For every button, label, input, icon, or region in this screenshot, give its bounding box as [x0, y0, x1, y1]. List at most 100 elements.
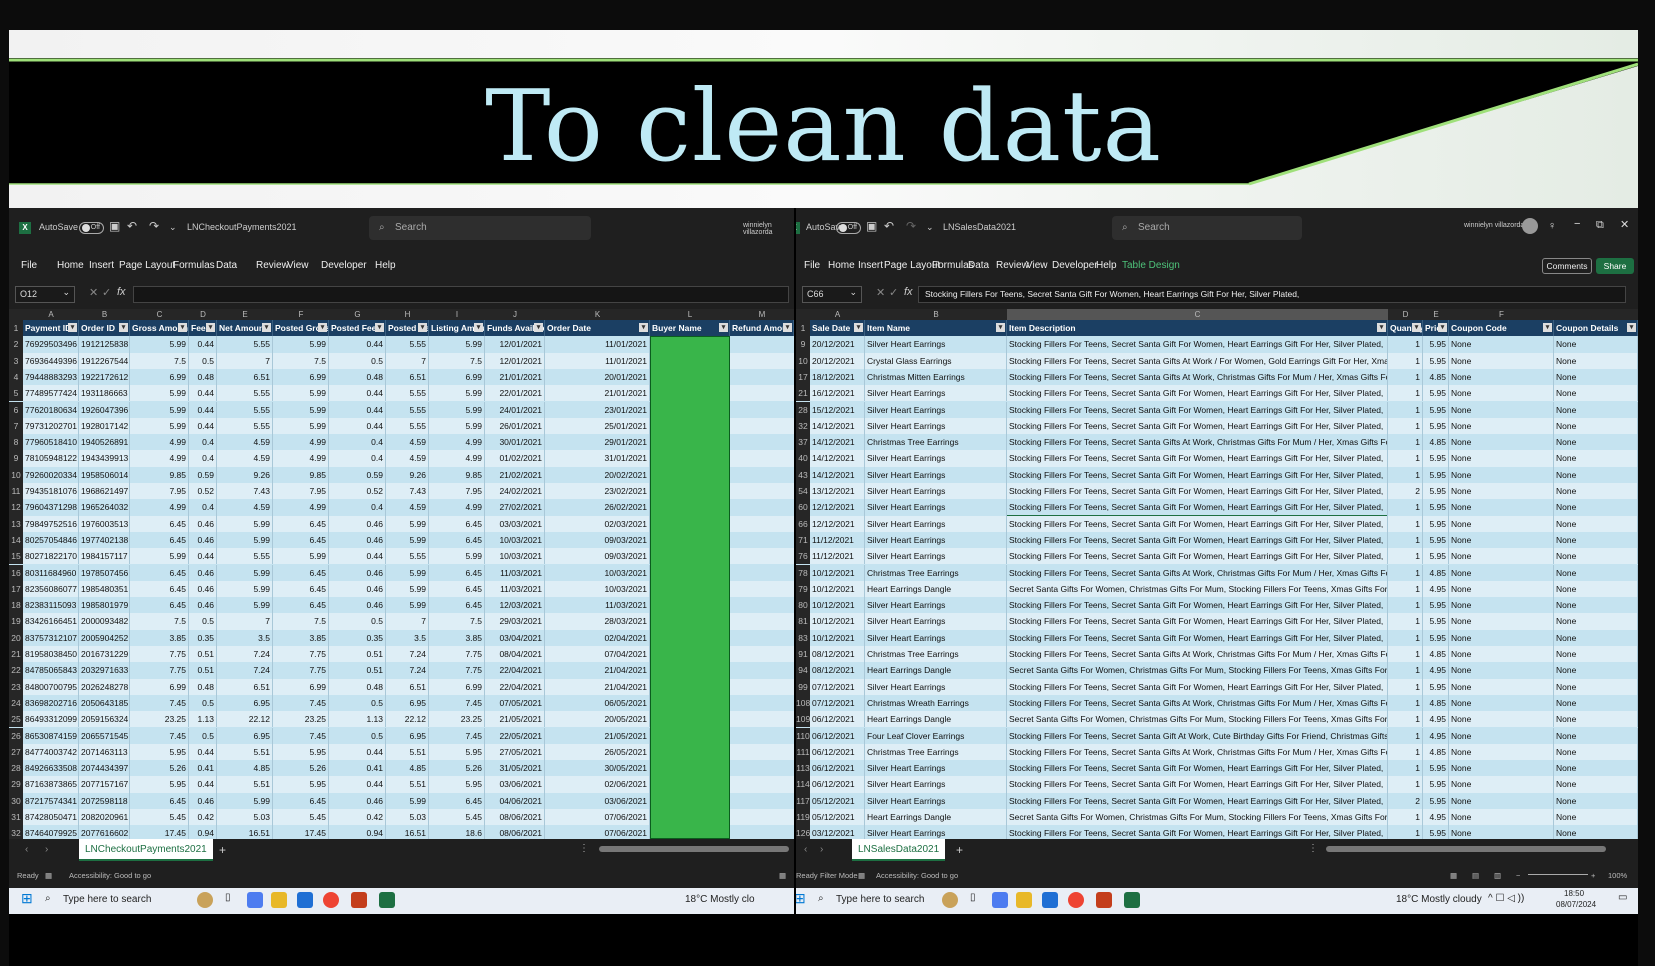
row-number[interactable]: 78: [796, 564, 810, 581]
column-letter-m[interactable]: M: [730, 309, 794, 320]
table-row[interactable]: 126 03/12/2021 Silver Heart Earrings Stocki…: [796, 825, 1638, 839]
page-break-icon[interactable]: ▥: [1494, 871, 1501, 880]
table-cell[interactable]: 6.45: [429, 580, 485, 598]
table-cell[interactable]: 7.43: [217, 483, 273, 500]
table-cell[interactable]: Silver Heart Earrings: [865, 483, 1007, 500]
row-number[interactable]: 9: [9, 450, 23, 467]
table-cell[interactable]: 78105948122: [23, 450, 79, 467]
clock-time[interactable]: 18:50: [1564, 889, 1584, 898]
column-letter-f[interactable]: F: [1449, 309, 1554, 320]
table-cell[interactable]: Stocking Fillers For Teens, Secret Santa…: [1007, 352, 1388, 369]
table-cell[interactable]: None: [1449, 613, 1554, 630]
row-number[interactable]: 126: [796, 825, 810, 839]
table-cell[interactable]: 7: [217, 613, 273, 630]
table-cell[interactable]: 6.45: [130, 515, 189, 532]
table-cell[interactable]: 4.85: [1423, 434, 1449, 451]
table-cell[interactable]: 03/04/2021: [485, 629, 545, 646]
table-cell[interactable]: None: [1449, 743, 1554, 761]
table-cell[interactable]: 4.85: [1423, 368, 1449, 386]
table-cell[interactable]: Stocking Fillers For Teens, Secret Santa…: [1007, 564, 1388, 581]
table-cell[interactable]: 5.99: [429, 417, 485, 435]
table-cell[interactable]: Silver Heart Earrings: [865, 417, 1007, 435]
column-letter-l[interactable]: L: [650, 309, 730, 320]
windows-start-icon[interactable]: ⊞: [21, 890, 33, 907]
table-cell[interactable]: 5.95: [1423, 792, 1449, 809]
table-row[interactable]: 111 06/12/2021 Christmas Tree Earrings Stoc…: [796, 743, 1638, 761]
menu-item-data[interactable]: Data: [216, 260, 237, 271]
row-number[interactable]: 23: [9, 678, 23, 695]
table-row[interactable]: 114 06/12/2021 Silver Heart Earrings Stocki…: [796, 776, 1638, 793]
table-cell[interactable]: None: [1554, 401, 1638, 418]
table-cell[interactable]: 5.99: [217, 564, 273, 581]
autosave-toggle[interactable]: Off: [836, 222, 861, 234]
table-cell[interactable]: 05/12/2021: [810, 809, 865, 826]
table-cell[interactable]: 7.75: [130, 662, 189, 679]
table-cell[interactable]: 20/12/2021: [810, 352, 865, 369]
table-cell[interactable]: 1943439913: [79, 450, 130, 467]
row-number[interactable]: 15: [9, 548, 23, 565]
table-cell[interactable]: 83426166451: [23, 613, 79, 630]
table-cell[interactable]: None: [1554, 483, 1638, 500]
column-header[interactable]: Posted Fees ▾: [329, 320, 386, 337]
table-cell[interactable]: None: [1554, 662, 1638, 679]
table-cell[interactable]: 87163873865: [23, 776, 79, 793]
table-cell[interactable]: 5.99: [386, 515, 429, 532]
table-cell[interactable]: Stocking Fillers For Teens, Secret Santa…: [1007, 450, 1388, 467]
table-cell[interactable]: 02/06/2021: [545, 776, 650, 793]
row-number[interactable]: 79: [796, 580, 810, 598]
table-cell[interactable]: None: [1554, 531, 1638, 549]
row-number[interactable]: 108: [796, 694, 810, 712]
column-letter-a[interactable]: A: [23, 309, 79, 320]
table-cell[interactable]: 5.99: [386, 580, 429, 598]
table-row[interactable]: 54 13/12/2021 Silver Heart Earrings Stockin…: [796, 483, 1638, 500]
menu-item-file[interactable]: File: [21, 260, 37, 271]
table-cell[interactable]: 7.24: [217, 646, 273, 663]
column-header[interactable]: Funds Available▾: [485, 320, 545, 337]
column-header[interactable]: Buyer Name ▾: [650, 320, 730, 337]
table-cell[interactable]: 30/01/2021: [485, 434, 545, 451]
table-cell[interactable]: None: [1554, 515, 1638, 532]
table-cell[interactable]: 79731202701: [23, 417, 79, 435]
table-cell[interactable]: None: [1449, 580, 1554, 598]
table-cell[interactable]: 22.12: [217, 711, 273, 728]
table-cell[interactable]: 80257054846: [23, 531, 79, 549]
table-cell[interactable]: 21/01/2021: [485, 368, 545, 386]
notifications-icon[interactable]: ▭: [1618, 892, 1627, 903]
row-number[interactable]: 117: [796, 792, 810, 809]
table-cell[interactable]: 84800700795: [23, 678, 79, 695]
row-number[interactable]: 71: [796, 531, 810, 549]
table-cell[interactable]: 86493312099: [23, 711, 79, 728]
table-row[interactable]: 80 10/12/2021 Silver Heart Earrings Stockin…: [796, 597, 1638, 614]
row-number[interactable]: 54: [796, 483, 810, 500]
table-cell[interactable]: 6.99: [429, 678, 485, 695]
table-cell[interactable]: Stocking Fillers For Teens, Secret Santa…: [1007, 743, 1388, 761]
table-cell[interactable]: 1: [1388, 646, 1423, 663]
table-cell[interactable]: 21/04/2021: [545, 662, 650, 679]
table-cell[interactable]: 27/05/2021: [485, 743, 545, 761]
row-number[interactable]: 110: [796, 727, 810, 744]
table-cell[interactable]: 5.95: [1423, 352, 1449, 369]
share-button[interactable]: Share: [1596, 258, 1634, 274]
table-cell[interactable]: 0.4: [189, 450, 217, 467]
column-header[interactable]: Fees ▾: [189, 320, 217, 337]
table-cell[interactable]: 5.95: [1423, 548, 1449, 565]
table-cell[interactable]: 20/01/2021: [545, 368, 650, 386]
table-cell[interactable]: 23.25: [273, 711, 329, 728]
table-cell[interactable]: 5.99: [273, 385, 329, 402]
menu-item-insert[interactable]: Insert: [89, 260, 114, 271]
row-number[interactable]: 22: [9, 662, 23, 679]
table-cell[interactable]: Heart Earrings Dangle: [865, 809, 1007, 826]
redo-icon[interactable]: ↷: [906, 219, 916, 233]
filter-dropdown-icon[interactable]: ▾: [375, 323, 384, 332]
table-cell[interactable]: 1985480351: [79, 580, 130, 598]
column-letter-e[interactable]: E: [217, 309, 273, 320]
table-cell[interactable]: None: [1554, 760, 1638, 777]
table-cell[interactable]: Crystal Glass Earrings: [865, 352, 1007, 369]
table-cell[interactable]: 5.99: [429, 336, 485, 353]
table-cell[interactable]: Silver Heart Earrings: [865, 776, 1007, 793]
table-cell[interactable]: None: [1449, 776, 1554, 793]
table-cell[interactable]: 0.35: [329, 629, 386, 646]
table-cell[interactable]: Silver Heart Earrings: [865, 531, 1007, 549]
table-cell[interactable]: 6.45: [429, 515, 485, 532]
table-cell[interactable]: 6.45: [130, 792, 189, 809]
